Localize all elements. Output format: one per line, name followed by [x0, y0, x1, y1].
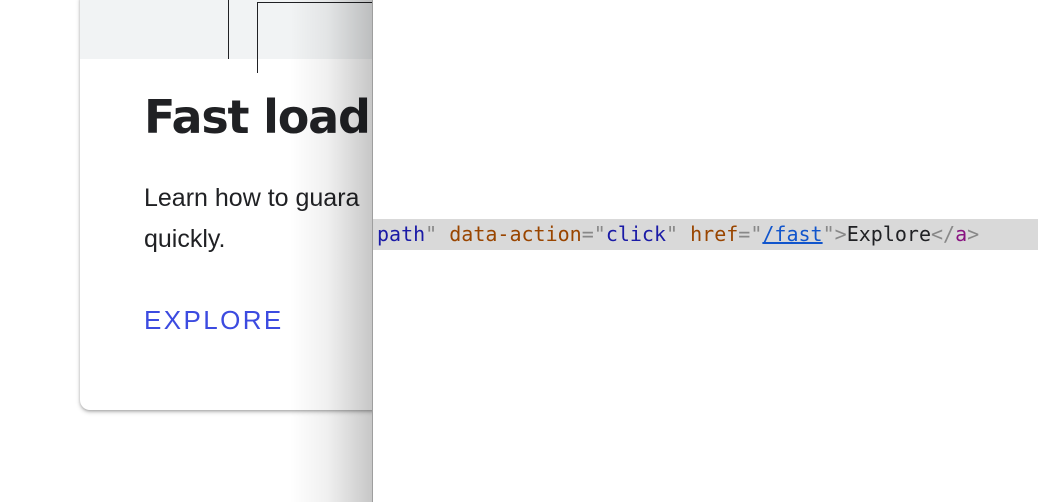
- illustration-line: [228, 0, 229, 59]
- code-bracket: >: [834, 222, 847, 246]
- card-description-line: Learn how to guara: [144, 184, 360, 212]
- code-attr-value: path: [377, 222, 426, 246]
- code-quote: ": [425, 222, 438, 246]
- code-text-node: Explore: [846, 222, 931, 246]
- code-equals: =: [738, 222, 751, 246]
- code-attr-name: href: [690, 222, 739, 246]
- code-quote: ": [666, 222, 679, 246]
- devtools-elements-panel: path" data-action="click" href="/fast">E…: [372, 0, 1038, 502]
- card-description-line: quickly.: [144, 225, 226, 253]
- screenshot-root: Fast load t Learn how to guara quickly. …: [0, 0, 1038, 502]
- page-viewport: Fast load t Learn how to guara quickly. …: [0, 0, 372, 502]
- code-attr-name: data-action: [449, 222, 582, 246]
- code-attr-value: click: [605, 222, 667, 246]
- code-tag-name: a: [955, 222, 968, 246]
- explore-link[interactable]: EXPLORE: [144, 305, 284, 336]
- card-description: Learn how to guara quickly.: [144, 178, 372, 260]
- code-quote: ": [750, 222, 763, 246]
- code-bracket: >: [967, 222, 980, 246]
- selected-dom-node[interactable]: path" data-action="click" href="/fast">E…: [373, 219, 1038, 250]
- code-quote: ": [822, 222, 835, 246]
- feature-card: Fast load t Learn how to guara quickly. …: [80, 0, 372, 410]
- code-bracket: </: [931, 222, 956, 246]
- code-equals: =: [581, 222, 594, 246]
- code-quote: ": [593, 222, 606, 246]
- card-title: Fast load t: [144, 90, 372, 144]
- illustration-frame: [257, 2, 372, 73]
- card-illustration: [80, 0, 372, 73]
- code-href-link[interactable]: /fast: [762, 222, 822, 246]
